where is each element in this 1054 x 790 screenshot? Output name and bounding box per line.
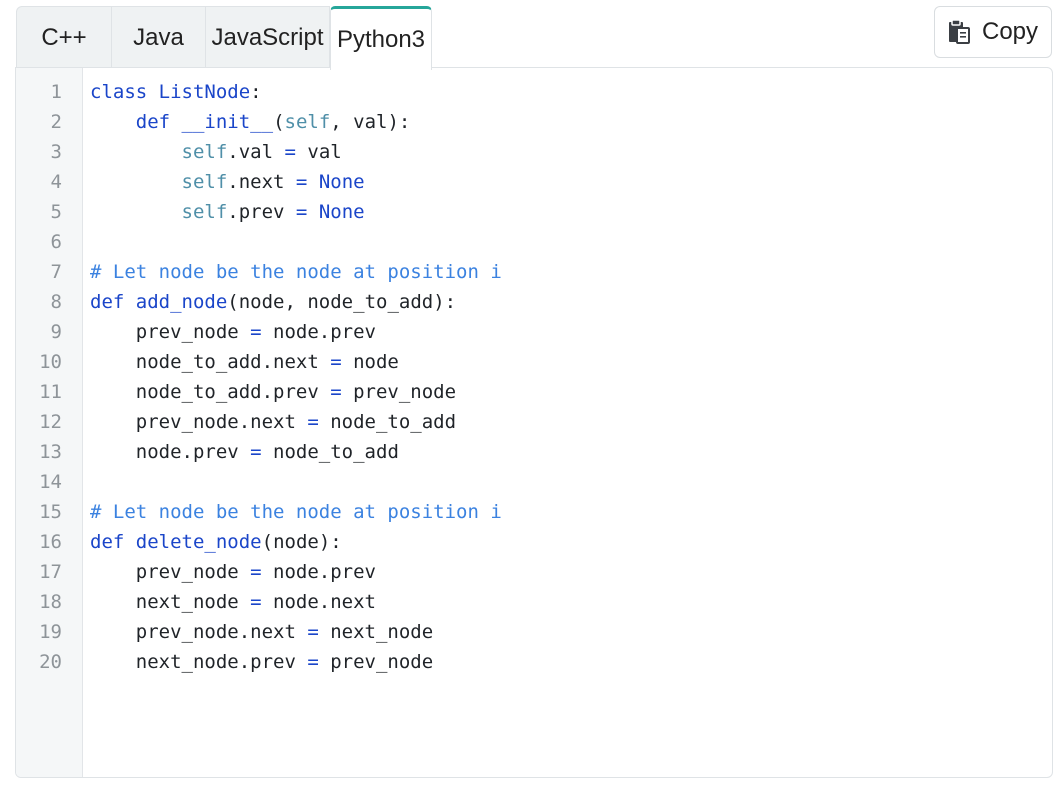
code-line: 17 prev_node = node.prev <box>16 557 1052 587</box>
line-number: 2 <box>50 111 62 133</box>
code-line: 3 self.val = val <box>16 137 1052 167</box>
line-number: 4 <box>50 171 62 193</box>
code-line: 20 next_node.prev = prev_node <box>16 647 1052 677</box>
code-text: prev_node.next = node_to_add <box>90 411 457 433</box>
code-text: prev_node = node.prev <box>90 561 376 583</box>
tab-javascript[interactable]: JavaScript <box>206 6 330 68</box>
line-number: 18 <box>39 591 62 613</box>
code-lines: 1 class ListNode: 2 def __init__(self, val… <box>16 77 1052 677</box>
code-text: next_node = node.next <box>90 591 376 613</box>
tab-java[interactable]: Java <box>112 6 206 68</box>
line-number: 9 <box>50 321 62 343</box>
code-text: self.next = None <box>181 171 365 193</box>
code-line: 7 # Let node be the node at position i <box>16 257 1052 287</box>
line-number: 10 <box>39 351 62 373</box>
line-number: 19 <box>39 621 62 643</box>
code-line: 19 prev_node.next = next_node <box>16 617 1052 647</box>
code-text: self.val = val <box>181 141 342 163</box>
line-number: 17 <box>39 561 62 583</box>
code-line: 14 <box>16 467 1052 497</box>
code-line: 10 node_to_add.next = node <box>16 347 1052 377</box>
line-number: 11 <box>39 381 62 403</box>
clipboard-icon <box>948 19 972 45</box>
code-text: node.prev = node_to_add <box>90 441 399 463</box>
line-number: 15 <box>39 501 62 523</box>
code-text: next_node.prev = prev_node <box>90 651 434 673</box>
code-line: 9 prev_node = node.prev <box>16 317 1052 347</box>
copy-button[interactable]: Copy <box>934 6 1052 58</box>
code-line: 15 # Let node be the node at position i <box>16 497 1052 527</box>
code-text: def add_node(node, node_to_add): <box>90 291 457 313</box>
code-line: 13 node.prev = node_to_add <box>16 437 1052 467</box>
code-line: 11 node_to_add.prev = prev_node <box>16 377 1052 407</box>
line-number: 3 <box>50 141 62 163</box>
code-line: 2 def __init__(self, val): <box>16 107 1052 137</box>
line-number: 13 <box>39 441 62 463</box>
line-number: 12 <box>39 411 62 433</box>
tab-cpp[interactable]: C++ <box>16 6 112 68</box>
line-number: 5 <box>50 201 62 223</box>
code-text: # Let node be the node at position i <box>90 261 502 283</box>
language-tabs: C++ Java JavaScript Python3 <box>16 6 432 70</box>
tab-python3[interactable]: Python3 <box>330 6 432 70</box>
line-number: 6 <box>50 231 62 253</box>
line-number: 16 <box>39 531 62 553</box>
code-text: node_to_add.prev = prev_node <box>90 381 457 403</box>
code-text: prev_node = node.prev <box>90 321 376 343</box>
code-line: 6 <box>16 227 1052 257</box>
code-text: def delete_node(node): <box>90 531 342 553</box>
code-line: 5 self.prev = None <box>16 197 1052 227</box>
code-line: 1 class ListNode: <box>16 77 1052 107</box>
code-text: node_to_add.next = node <box>90 351 399 373</box>
code-line: 18 next_node = node.next <box>16 587 1052 617</box>
code-line: 12 prev_node.next = node_to_add <box>16 407 1052 437</box>
code-text: prev_node.next = next_node <box>90 621 434 643</box>
code-text: class ListNode: <box>90 81 262 103</box>
code-editor[interactable]: 1 class ListNode: 2 def __init__(self, val… <box>15 67 1053 778</box>
code-line: 16 def delete_node(node): <box>16 527 1052 557</box>
code-text: def __init__(self, val): <box>135 111 411 133</box>
copy-button-label: Copy <box>981 18 1039 45</box>
line-number: 1 <box>50 81 62 103</box>
line-number: 14 <box>39 471 62 493</box>
code-line: 4 self.next = None <box>16 167 1052 197</box>
code-text: # Let node be the node at position i <box>90 501 502 523</box>
line-number: 7 <box>50 261 62 283</box>
code-text: self.prev = None <box>181 201 365 223</box>
line-number: 20 <box>39 651 62 673</box>
code-line: 8 def add_node(node, node_to_add): <box>16 287 1052 317</box>
line-number: 8 <box>50 291 62 313</box>
